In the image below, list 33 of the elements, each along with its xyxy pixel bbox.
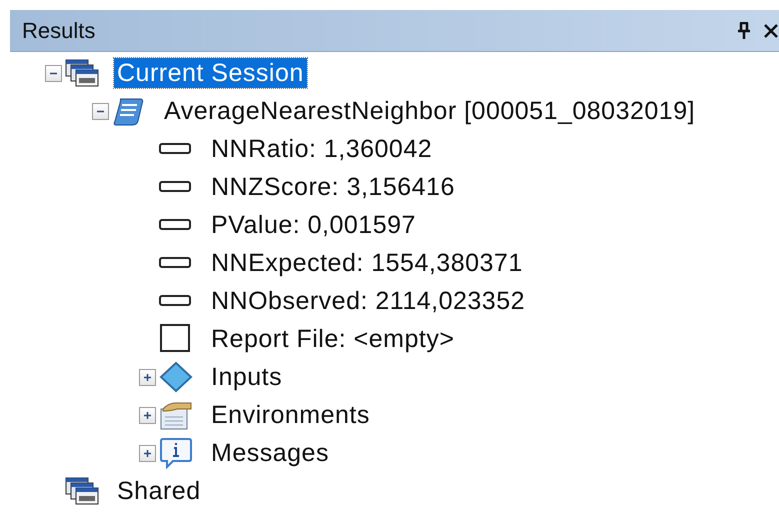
stacked-windows-icon: [65, 58, 99, 88]
stacked-windows-icon: [65, 476, 99, 506]
field-icon: [159, 295, 193, 307]
field-icon: [159, 143, 193, 155]
collapse-button[interactable]: [45, 64, 62, 82]
pin-icon[interactable]: [737, 22, 751, 40]
field-icon: [159, 181, 193, 193]
tree-item[interactable]: Current Session: [114, 58, 307, 88]
plus-icon: [143, 372, 152, 382]
field-icon: [159, 219, 193, 231]
collapse-button[interactable]: [92, 102, 109, 120]
tree-item[interactable]: Messages: [208, 438, 332, 468]
tree-item[interactable]: NNRatio: 1,360042: [208, 134, 436, 164]
tree-item[interactable]: NNExpected: 1554,380371: [208, 248, 526, 278]
close-icon[interactable]: [763, 22, 779, 38]
plus-icon: [143, 448, 152, 458]
panel-title: Results: [22, 17, 96, 45]
tree-item[interactable]: NNObserved: 2114,023352: [208, 286, 528, 316]
expand-button[interactable]: [139, 444, 156, 462]
tree-item[interactable]: Inputs: [208, 362, 286, 392]
expand-button[interactable]: [139, 406, 156, 424]
tree-item[interactable]: Shared: [114, 476, 204, 506]
diamond-icon: [159, 361, 193, 393]
blank-page-icon: [160, 324, 192, 354]
tree-item[interactable]: AverageNearestNeighbor [000051_08032019]: [161, 96, 698, 126]
tree-item[interactable]: PValue: 0,001597: [208, 210, 419, 240]
plus-icon: [143, 410, 152, 420]
info-bubble-icon: [159, 437, 193, 469]
field-icon: [159, 257, 193, 269]
tree-item[interactable]: Report File: <empty>: [208, 324, 458, 354]
tree-item[interactable]: Environments: [208, 400, 373, 430]
expand-button[interactable]: [139, 368, 156, 386]
tree-item[interactable]: NNZScore: 3,156416: [208, 172, 458, 202]
